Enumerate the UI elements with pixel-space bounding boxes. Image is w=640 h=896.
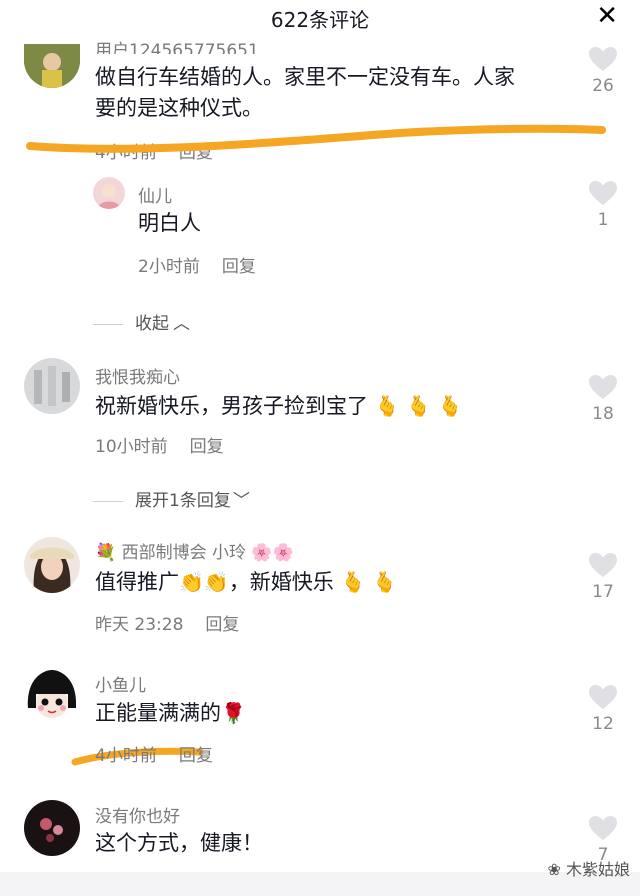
finger-heart-emoji: 🫰: [406, 394, 432, 418]
heart-icon: [589, 375, 617, 399]
comment-text: 这个方式，健康！: [95, 831, 263, 855]
avatar[interactable]: [24, 358, 80, 414]
rose-emoji: 🌹: [221, 701, 246, 725]
finger-heart-emoji: 🫰: [340, 570, 366, 594]
avatar[interactable]: [24, 800, 80, 856]
reply-button[interactable]: 回复: [205, 615, 239, 635]
comment-meta: 4小时前 回复: [95, 741, 213, 766]
comment-text-line: 祝新婚快乐，男孩子捡到宝了: [95, 394, 368, 418]
collapse-label: 收起: [135, 314, 169, 334]
expand-label: 展开1条回复: [135, 491, 231, 511]
username-text: 西部制博会 小玲: [121, 543, 246, 563]
chevron-up-icon: ︿: [173, 314, 190, 334]
comment-text: 祝新婚快乐，男孩子捡到宝了 🫰 🫰 🫰: [95, 391, 463, 422]
like-button[interactable]: 18: [583, 374, 623, 424]
like-count: 12: [592, 714, 614, 734]
like-button[interactable]: 1: [583, 180, 623, 230]
finger-heart-emoji: 🫰: [437, 394, 463, 418]
reply-button[interactable]: 回复: [222, 257, 256, 277]
heart-icon: [589, 816, 617, 840]
comment-text-part: 值得推广: [95, 570, 179, 594]
reply-button[interactable]: 回复: [179, 746, 213, 766]
reply-button[interactable]: 回复: [190, 437, 224, 457]
chevron-down-icon: ﹀: [232, 491, 250, 511]
like-count: 18: [592, 404, 614, 424]
avatar[interactable]: [24, 668, 80, 724]
comment-username[interactable]: 我恨我痴心: [95, 363, 180, 388]
comment-text-part: ，新婚快乐: [228, 570, 334, 594]
watermark-text: 木紫姑娘: [565, 860, 630, 879]
comment-time: 4小时前: [95, 746, 157, 766]
watermark: ❀ 木紫姑娘: [547, 856, 630, 880]
comment-time: 10小时前: [95, 437, 168, 457]
clap-emoji: 👏👏: [179, 570, 229, 594]
comment-time: 昨天 23:28: [95, 615, 184, 635]
avatar[interactable]: [24, 537, 80, 593]
comment-time: 2小时前: [138, 257, 200, 277]
comment-username[interactable]: 仙儿: [138, 182, 172, 207]
comment-meta: 2小时前 回复: [138, 252, 256, 277]
divider: [93, 323, 123, 325]
blossom-emoji: 🌸🌸: [251, 543, 294, 563]
comment-username[interactable]: 没有你也好: [95, 802, 180, 827]
comment-username[interactable]: 小鱼儿: [95, 671, 146, 696]
comment-text: 值得推广👏👏，新婚快乐 🫰 🫰: [95, 567, 397, 598]
comment-meta: 10小时前 回复: [95, 432, 224, 457]
heart-icon: [589, 553, 617, 577]
heart-icon: [589, 181, 617, 205]
like-count: 17: [592, 582, 614, 602]
finger-heart-emoji: 🫰: [372, 570, 397, 594]
comment-meta: 昨天 23:28 回复: [95, 610, 239, 635]
collapse-replies[interactable]: 收起 ︿: [93, 309, 190, 334]
finger-heart-emoji: 🫰: [374, 394, 400, 418]
wechat-icon: ❀: [547, 860, 561, 879]
expand-replies[interactable]: 展开1条回复 ﹀: [93, 486, 250, 511]
like-button[interactable]: 17: [583, 552, 623, 602]
like-count: 1: [597, 210, 609, 230]
comment-text: 明白人: [138, 211, 201, 235]
comment-text: 正能量满满的🌹: [95, 698, 246, 729]
comment-input-bar[interactable]: [0, 872, 640, 896]
heart-icon: [589, 685, 617, 709]
comment-text-line: 正能量满满的: [95, 701, 221, 725]
comment-username[interactable]: 💐 西部制博会 小玲 🌸🌸: [95, 538, 294, 563]
flower-emoji: 💐: [95, 543, 117, 563]
divider: [93, 500, 123, 502]
like-button[interactable]: 12: [583, 684, 623, 734]
avatar[interactable]: [93, 177, 125, 209]
